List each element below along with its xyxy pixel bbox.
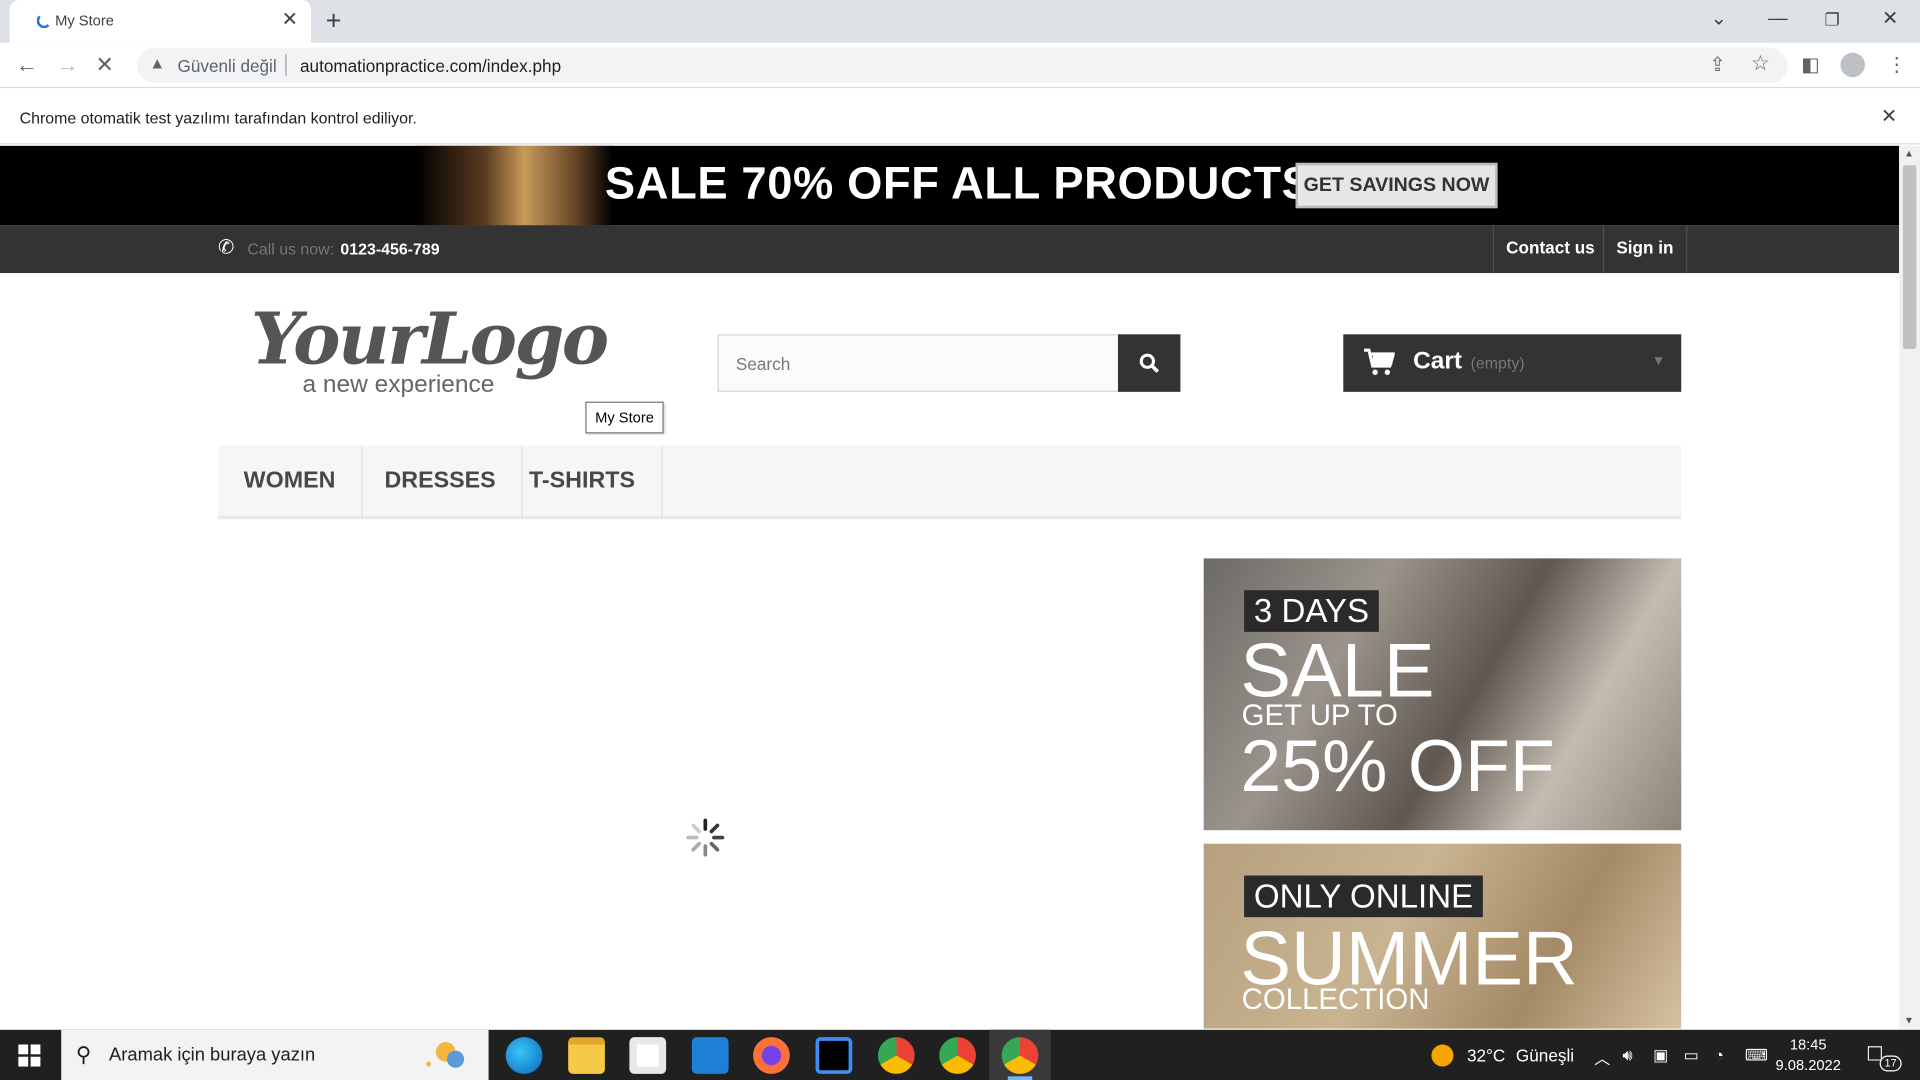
tab-search-chevron-icon[interactable]: ⌄ <box>1711 5 1727 34</box>
taskbar-search-box[interactable]: ⚲ Aramak için buraya yazın <box>61 1029 489 1080</box>
minimize-button[interactable]: — <box>1768 5 1788 34</box>
security-label[interactable]: Güvenli değil <box>178 56 277 76</box>
infobar-close-icon[interactable]: ✕ <box>1881 104 1897 128</box>
wifi-icon[interactable]: ◔ <box>1714 1046 1724 1064</box>
clock-date: 9.08.2022 <box>1775 1056 1841 1074</box>
slider-loading-icon <box>686 818 725 857</box>
notification-count: 17 <box>1879 1055 1902 1072</box>
keyboard-layout-icon[interactable]: ⌨ <box>1745 1046 1768 1066</box>
microsoft-store-icon[interactable] <box>629 1037 667 1074</box>
browser-toolbar: ← → ✕ ▲ Güvenli değil automationpractice… <box>0 42 1920 89</box>
windows-start-icon[interactable] <box>18 1044 41 1067</box>
sale-banner[interactable]: SALE 70% OFF ALL PRODUCTS GET SAVINGS NO… <box>0 145 1900 226</box>
taskbar-search-placeholder: Aramak için buraya yazın <box>108 1044 316 1066</box>
get-savings-button[interactable]: GET SAVINGS NOW <box>1295 162 1498 209</box>
logo-main-text: YourLogo <box>251 297 609 381</box>
main-menu: WOMEN DRESSES T-SHIRTS <box>217 445 1682 520</box>
address-bar[interactable]: ▲ Güvenli değil automationpractice.com/i… <box>137 47 1788 84</box>
promo-banner-sale[interactable]: 3 DAYS SALE GET UP TO 25% OFF <box>1203 558 1682 831</box>
firefox-icon[interactable] <box>753 1037 790 1074</box>
promo-tag: ONLY ONLINE <box>1244 875 1483 918</box>
scroll-up-arrow-icon[interactable]: ▲ <box>1904 148 1914 159</box>
weather-text[interactable]: Güneşli <box>1516 1046 1574 1066</box>
promo-subtitle: COLLECTION <box>1241 983 1430 1017</box>
logo-tooltip: My Store <box>585 401 664 434</box>
loading-spinner-icon <box>36 13 52 29</box>
search-highlight-icon <box>426 1042 465 1068</box>
tab-title: My Store <box>55 12 114 30</box>
phone-icon: ✆ <box>217 237 235 259</box>
chevron-down-icon: ▼ <box>1651 353 1666 369</box>
mail-icon[interactable] <box>691 1037 729 1074</box>
volume-icon[interactable]: 🔊︎ <box>1622 1046 1632 1066</box>
url-text[interactable]: automationpractice.com/index.php <box>300 56 561 76</box>
call-label: Call us now: <box>247 240 335 259</box>
chrome-icon[interactable] <box>1001 1037 1039 1080</box>
page-viewport: SALE 70% OFF ALL PRODUCTS GET SAVINGS NO… <box>0 145 1900 1029</box>
browser-tab-strip: My Store ✕ + ⌄ — ❐ ✕ <box>0 0 1920 43</box>
chrome-icon[interactable] <box>877 1037 915 1074</box>
stop-loading-button[interactable]: ✕ <box>96 53 114 77</box>
intellij-idea-icon[interactable] <box>815 1037 853 1074</box>
file-explorer-icon[interactable] <box>568 1037 605 1074</box>
close-window-button[interactable]: ✕ <box>1882 5 1898 34</box>
phone-number: 0123-456-789 <box>340 240 440 259</box>
search-box <box>717 334 1120 392</box>
search-icon: ⚲ <box>75 1043 92 1067</box>
promo-offer: 25% OFF <box>1240 724 1555 807</box>
sign-in-link[interactable]: Sign in <box>1602 225 1687 274</box>
browser-tab[interactable]: My Store ✕ <box>9 0 312 43</box>
cart-status: (empty) <box>1470 353 1525 373</box>
menu-kebab-icon[interactable]: ⋮ <box>1887 53 1907 77</box>
scrollbar-thumb[interactable] <box>1902 165 1917 349</box>
forward-button[interactable]: → <box>56 53 78 77</box>
weather-temperature[interactable]: 32°C <box>1467 1046 1505 1066</box>
divider <box>285 53 287 76</box>
promo-tag: 3 DAYS <box>1244 590 1379 632</box>
new-tab-button[interactable]: + <box>326 6 342 35</box>
display-icon[interactable]: ▣ <box>1653 1046 1668 1066</box>
cart-block[interactable]: Cart (empty) ▼ <box>1343 334 1682 392</box>
cart-label: Cart <box>1413 347 1463 375</box>
menu-item-dresses[interactable]: DRESSES <box>359 445 523 520</box>
clock-time: 18:45 <box>1789 1035 1827 1054</box>
contact-us-link[interactable]: Contact us <box>1492 225 1607 274</box>
side-panel-icon[interactable]: ◧ <box>1801 53 1820 77</box>
shopping-cart-icon <box>1364 348 1395 375</box>
logo-tagline: a new experience <box>302 371 495 398</box>
top-nav-bar: ✆ Call us now: 0123-456-789 Contact us S… <box>0 225 1900 274</box>
profile-avatar[interactable] <box>1840 52 1865 78</box>
site-logo[interactable]: YourLogo a new experience <box>251 297 609 398</box>
automation-infobar: Chrome otomatik test yazılımı tarafından… <box>0 89 1920 145</box>
share-icon[interactable]: ⇪ <box>1709 53 1725 77</box>
edge-icon[interactable] <box>505 1037 543 1074</box>
weather-sun-icon[interactable] <box>1431 1044 1454 1067</box>
warning-icon: ▲ <box>149 53 166 73</box>
banner-model-image <box>416 145 613 226</box>
notification-center-icon[interactable]: ☐ 17 <box>1866 1042 1902 1072</box>
battery-icon[interactable]: ▭ <box>1684 1046 1699 1066</box>
close-tab-icon[interactable]: ✕ <box>282 9 298 33</box>
chrome-icon[interactable] <box>939 1037 976 1074</box>
promo-banner-summer[interactable]: ONLY ONLINE SUMMER COLLECTION <box>1203 843 1682 1029</box>
search-input[interactable] <box>718 335 1118 391</box>
page-scrollbar[interactable]: ▲ ▼ <box>1899 145 1920 1029</box>
scroll-down-arrow-icon[interactable]: ▼ <box>1904 1015 1914 1026</box>
back-button[interactable]: ← <box>16 53 38 77</box>
banner-headline: SALE 70% OFF ALL PRODUCTS <box>604 157 1313 209</box>
tray-chevron-up-icon[interactable]: ︿ <box>1594 1046 1610 1069</box>
menu-item-women[interactable]: WOMEN <box>218 445 363 520</box>
search-button[interactable] <box>1117 334 1181 392</box>
menu-item-tshirts[interactable]: T-SHIRTS <box>503 445 662 520</box>
bookmark-star-icon[interactable]: ☆ <box>1751 51 1770 75</box>
windows-taskbar: ⚲ Aramak için buraya yazın 32°C Güneşli … <box>0 1029 1920 1080</box>
system-clock[interactable]: 18:45 9.08.2022 <box>1776 1035 1841 1077</box>
restore-button[interactable]: ❐ <box>1825 5 1840 34</box>
search-icon <box>1139 353 1160 373</box>
infobar-message: Chrome otomatik test yazılımı tarafından… <box>19 108 417 128</box>
